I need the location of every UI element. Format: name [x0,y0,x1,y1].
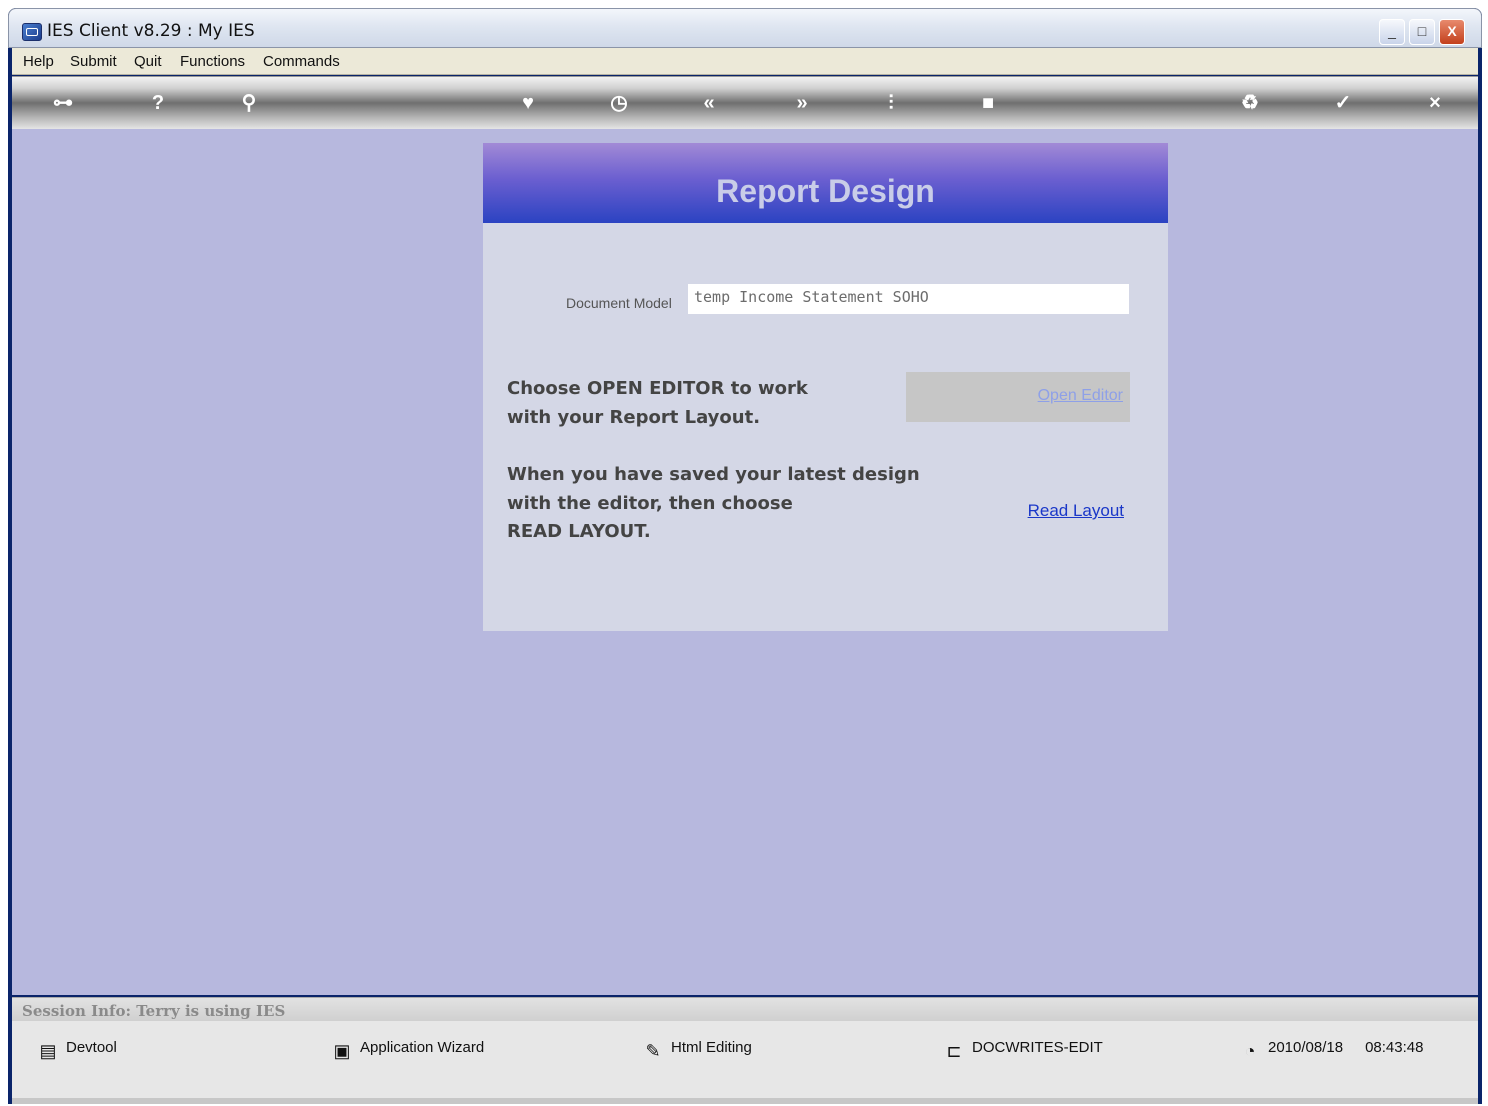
key-icon[interactable]: ⊶ [50,91,76,115]
check-icon[interactable]: ✓ [1330,91,1356,115]
status-bar: ▤ Devtool ▣ Application Wizard ✎ Html Editi… [12,1021,1478,1098]
app-wizard-item[interactable]: ▣ Application Wizard [332,1039,484,1061]
time-label: 08:43:48 [1365,1039,1424,1056]
window-title: IES Client v8.29 : My IES [47,21,255,41]
menu-quit[interactable]: Quit [134,53,162,70]
heart-icon[interactable]: ♥ [515,91,541,115]
recycle-icon[interactable]: ♻ [1237,91,1263,115]
menu-functions[interactable]: Functions [180,53,245,70]
maximize-button[interactable]: □ [1409,19,1435,45]
document-model-field[interactable]: temp Income Statement SOHO [688,284,1129,314]
close-icon[interactable]: × [1422,91,1448,115]
tools-icon[interactable]: ⫶ [878,91,904,115]
datetime-item: ◔ 2010/08/18 08:43:48 [1240,1039,1424,1061]
clock-icon[interactable]: ◷ [606,91,632,115]
menu-bar: Help Submit Quit Functions Commands [12,48,1478,75]
main-area: Report Design Document Model temp Income… [12,129,1478,995]
minimize-button[interactable]: _ [1379,19,1405,45]
docwrites-label: DOCWRITES-EDIT [972,1039,1103,1056]
search-icon[interactable]: ⚲ [236,91,262,115]
panel-header: Report Design [483,143,1168,223]
devtool-icon: ▤ [39,1041,57,1061]
document-icon: ⊏ [946,1041,962,1061]
menu-help[interactable]: Help [23,53,54,70]
open-editor-button[interactable]: Open Editor [906,372,1130,422]
docwrites-item[interactable]: ⊏ DOCWRITES-EDIT [944,1039,1103,1061]
title-bar[interactable]: IES Client v8.29 : My IES _ □ X [8,8,1482,48]
stop-icon[interactable]: ■ [975,91,1001,115]
window-bottom-edge [12,1098,1478,1104]
app-window: IES Client v8.29 : My IES _ □ X Help Sub… [8,8,1482,1104]
clock-icon: ◔ [1244,1041,1256,1061]
app-wizard-label: Application Wizard [360,1039,485,1056]
session-bar: Session Info: Terry is using IES [12,997,1478,1022]
read-layout-text-3: READ LAYOUT. [507,521,651,542]
open-editor-text-2: with your Report Layout. [507,407,761,428]
menu-commands[interactable]: Commands [263,53,340,70]
html-editing-item[interactable]: ✎ Html Editing [643,1039,752,1061]
toolbar: ⊶ ? ⚲ ♥ ◷ « » ⫶ ■ ♻ ✓ × [12,76,1478,129]
read-layout-text-2: with the editor, then choose [507,493,793,514]
open-editor-text-1: Choose OPEN EDITOR to work [507,378,808,399]
help-icon[interactable]: ? [145,91,171,115]
devtool-item[interactable]: ▤ Devtool [38,1039,117,1061]
read-layout-link[interactable]: Read Layout [1028,501,1124,521]
forward-icon[interactable]: » [789,91,815,115]
wizard-icon: ▣ [333,1041,351,1061]
date-label: 2010/08/18 [1268,1039,1344,1056]
session-info: Session Info: Terry is using IES [22,1002,286,1020]
menu-submit[interactable]: Submit [70,53,117,70]
read-layout-text-1: When you have saved your latest design [507,464,920,485]
app-icon[interactable] [22,23,42,41]
back-icon[interactable]: « [696,91,722,115]
html-edit-icon: ✎ [645,1041,661,1061]
devtool-label: Devtool [66,1039,117,1056]
html-editing-label: Html Editing [671,1039,752,1056]
close-button[interactable]: X [1439,19,1465,45]
page-title: Report Design [716,173,935,209]
report-design-panel: Report Design Document Model temp Income… [483,143,1168,631]
open-editor-link[interactable]: Open Editor [1038,387,1123,405]
document-model-label: Document Model [566,295,672,311]
